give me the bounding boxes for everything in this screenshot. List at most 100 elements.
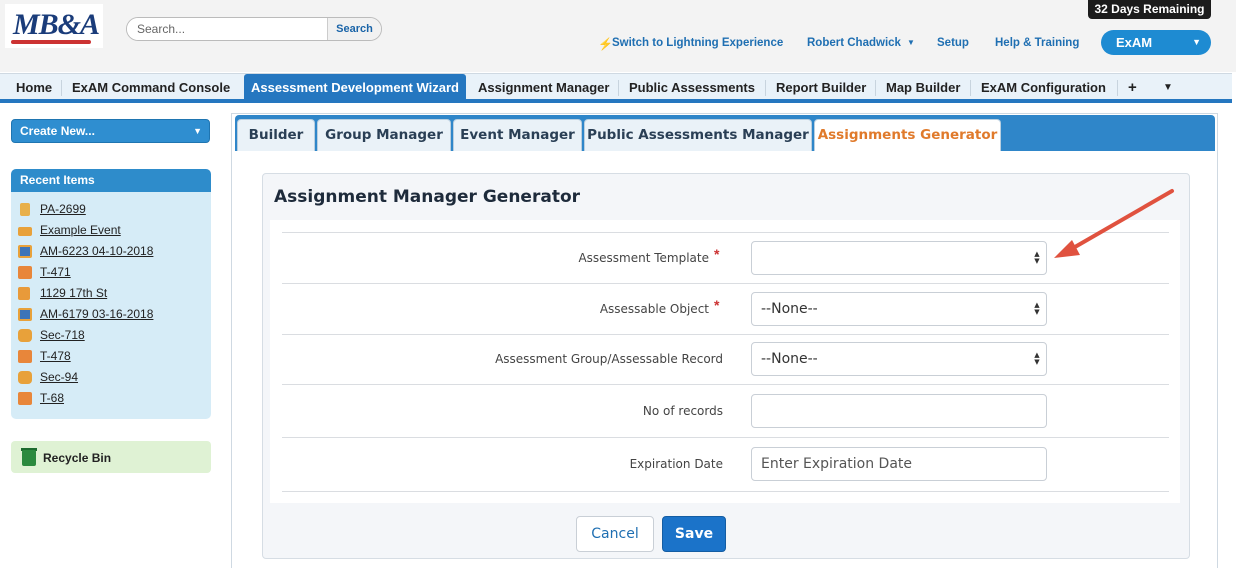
assignment-icon bbox=[18, 245, 32, 258]
recent-item[interactable]: T-478 bbox=[11, 349, 211, 370]
subtab-group-manager[interactable]: Group Manager bbox=[317, 119, 451, 151]
tab-divider bbox=[875, 80, 876, 96]
search-button[interactable]: Search bbox=[327, 18, 381, 40]
row-divider bbox=[282, 437, 1169, 438]
chevron-down-icon: ▼ bbox=[906, 38, 915, 47]
subtab-assignments-generator[interactable]: Assignments Generator bbox=[814, 119, 1001, 151]
create-new-label: Create New... bbox=[20, 124, 95, 138]
section-icon bbox=[18, 371, 32, 384]
subtab-event-manager[interactable]: Event Manager bbox=[453, 119, 582, 151]
no-of-records-input[interactable] bbox=[751, 394, 1047, 428]
recycle-bin-label: Recycle Bin bbox=[43, 451, 112, 465]
assessable-object-value: --None-- bbox=[761, 301, 818, 317]
required-asterisk: * bbox=[714, 246, 720, 262]
row-divider bbox=[282, 491, 1169, 492]
create-new-dropdown[interactable]: Create New... ▼ bbox=[11, 119, 210, 143]
recycle-bin-link[interactable]: Recycle Bin bbox=[11, 441, 211, 473]
recent-items-title: Recent Items bbox=[11, 169, 211, 192]
recent-item[interactable]: Sec-718 bbox=[11, 328, 211, 349]
recent-item-link[interactable]: 1129 17th St bbox=[40, 286, 107, 300]
recent-item-link[interactable]: T-68 bbox=[40, 391, 64, 405]
recent-item-link[interactable]: Sec-718 bbox=[40, 328, 85, 342]
recent-item[interactable]: Example Event bbox=[11, 223, 211, 244]
assessable-object-select[interactable]: --None-- ▲ ▼ bbox=[751, 292, 1047, 326]
tab-report-builder[interactable]: Report Builder bbox=[776, 74, 866, 100]
tab-assessment-development-wizard[interactable]: Assessment Development Wizard bbox=[244, 74, 466, 100]
row-divider bbox=[282, 232, 1169, 233]
recent-item-link[interactable]: AM-6179 03-16-2018 bbox=[40, 307, 153, 321]
recent-item[interactable]: T-68 bbox=[11, 391, 211, 412]
save-button[interactable]: Save bbox=[662, 516, 726, 552]
user-menu[interactable]: Robert Chadwick ▼ bbox=[807, 37, 915, 51]
row-divider bbox=[282, 384, 1169, 385]
recent-item[interactable]: AM-6179 03-16-2018 bbox=[11, 307, 211, 328]
row-divider bbox=[282, 334, 1169, 335]
subtab-public-assessments-manager[interactable]: Public Assessments Manager bbox=[584, 119, 812, 151]
tab-divider bbox=[765, 80, 766, 96]
assessment-group-select[interactable]: --None-- ▲ ▼ bbox=[751, 342, 1047, 376]
tab-divider bbox=[618, 80, 619, 96]
lightning-bolt-icon: ⚡ bbox=[598, 37, 613, 51]
no-of-records-label: No of records bbox=[642, 404, 723, 418]
switch-lightning-link[interactable]: ⚡Switch to Lightning Experience bbox=[598, 37, 783, 51]
app-switcher[interactable]: ExAM ▼ bbox=[1101, 30, 1211, 55]
recent-item-link[interactable]: PA-2699 bbox=[40, 202, 86, 216]
tab-assignment-manager[interactable]: Assignment Manager bbox=[478, 74, 609, 100]
expiration-date-input[interactable]: Enter Expiration Date bbox=[751, 447, 1047, 481]
chevron-down-icon: ▼ bbox=[193, 126, 202, 136]
add-tab-plus-icon[interactable]: + bbox=[1128, 74, 1137, 100]
annotation-arrow-icon bbox=[1054, 189, 1174, 258]
tab-home[interactable]: Home bbox=[16, 74, 52, 100]
setup-link[interactable]: Setup bbox=[937, 37, 969, 51]
assessment-template-select[interactable]: ▲ ▼ bbox=[751, 241, 1047, 275]
header: MB&A Search 32 Days Remaining ⚡Switch to… bbox=[0, 0, 1236, 72]
select-arrows-icon: ▲ ▼ bbox=[1034, 351, 1040, 366]
recent-item[interactable]: PA-2699 bbox=[11, 202, 211, 223]
assessable-object-label: Assessable Object bbox=[599, 302, 709, 316]
select-arrows-icon: ▲ ▼ bbox=[1034, 301, 1040, 316]
mba-logo[interactable]: MB&A bbox=[5, 4, 103, 48]
assessment-group-value: --None-- bbox=[761, 351, 818, 367]
tab-public-assessments[interactable]: Public Assessments bbox=[629, 74, 755, 100]
box-icon bbox=[18, 350, 32, 363]
expiration-date-label: Expiration Date bbox=[629, 457, 723, 471]
tab-divider bbox=[1117, 80, 1118, 96]
logo-text: MB&A bbox=[13, 8, 100, 41]
logo-swoosh bbox=[11, 40, 91, 44]
recent-item-link[interactable]: Example Event bbox=[40, 223, 121, 237]
box-icon bbox=[18, 392, 32, 405]
book-icon bbox=[18, 287, 30, 300]
recent-item[interactable]: AM-6223 04-10-2018 bbox=[11, 244, 211, 265]
subtab-builder[interactable]: Builder bbox=[237, 119, 315, 151]
user-name: Robert Chadwick bbox=[807, 37, 901, 49]
pa-icon bbox=[20, 203, 30, 216]
tab-map-builder[interactable]: Map Builder bbox=[886, 74, 960, 100]
recent-item-link[interactable]: AM-6223 04-10-2018 bbox=[40, 244, 153, 258]
recent-item-link[interactable]: Sec-94 bbox=[40, 370, 78, 384]
search-input[interactable] bbox=[127, 18, 329, 40]
expiration-date-placeholder: Enter Expiration Date bbox=[761, 456, 912, 472]
recent-item-link[interactable]: T-478 bbox=[40, 349, 71, 363]
cancel-button[interactable]: Cancel bbox=[576, 516, 654, 552]
search-box: Search bbox=[126, 17, 382, 41]
tab-exam-configuration[interactable]: ExAM Configuration bbox=[981, 74, 1106, 100]
required-asterisk: * bbox=[714, 297, 720, 313]
section-icon bbox=[18, 329, 32, 342]
recent-items-panel: Recent Items PA-2699 Example Event AM-62… bbox=[11, 169, 211, 419]
recent-item[interactable]: T-471 bbox=[11, 265, 211, 286]
switch-lightning-label: Switch to Lightning Experience bbox=[612, 37, 784, 49]
tab-divider bbox=[970, 80, 971, 96]
help-training-link[interactable]: Help & Training bbox=[995, 37, 1079, 51]
recycle-bin-icon bbox=[22, 450, 36, 466]
form-title: Assignment Manager Generator bbox=[274, 187, 581, 207]
more-tabs-chevron-icon[interactable]: ▼ bbox=[1163, 74, 1173, 100]
assignment-icon bbox=[18, 308, 32, 321]
recent-item[interactable]: 1129 17th St bbox=[11, 286, 211, 307]
recent-item[interactable]: Sec-94 bbox=[11, 370, 211, 391]
tab-exam-command-console[interactable]: ExAM Command Console bbox=[72, 74, 230, 100]
main-tab-bar: Home ExAM Command Console Assessment Dev… bbox=[0, 73, 1232, 103]
select-arrows-icon: ▲ ▼ bbox=[1034, 250, 1040, 265]
event-icon bbox=[18, 227, 32, 236]
row-divider bbox=[282, 283, 1169, 284]
recent-item-link[interactable]: T-471 bbox=[40, 265, 71, 279]
